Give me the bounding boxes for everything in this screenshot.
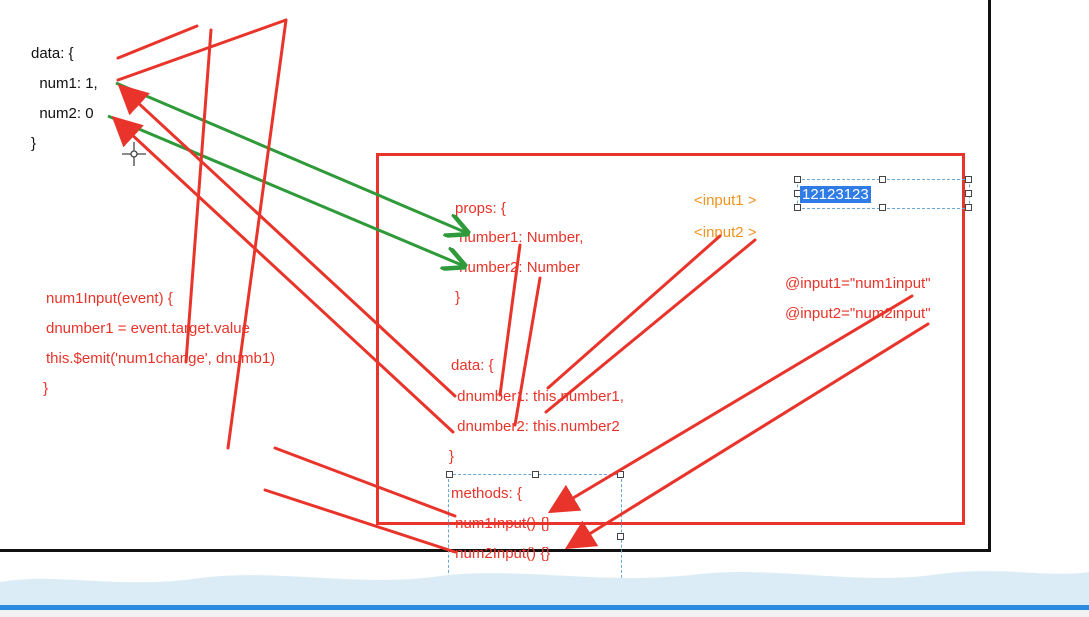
green-arrow-num1 — [115, 81, 467, 233]
scribble-stroke — [544, 238, 757, 414]
scribble-stroke — [116, 24, 199, 60]
red-arrow-input1 — [547, 294, 914, 514]
whiteboard-canvas: data: { num1: 1, num2: 0 } num1Input(eve… — [0, 0, 1089, 617]
scribble-stroke — [116, 18, 288, 82]
bottom-wave-band — [0, 571, 1089, 617]
green-arrows — [107, 81, 467, 266]
scribble-stroke — [273, 446, 457, 518]
scribble-stroke — [226, 18, 288, 450]
scribble-stroke — [498, 243, 522, 397]
scribble-stroke — [263, 488, 457, 554]
red-arrow-input2 — [564, 322, 930, 550]
red-strokes — [116, 18, 757, 554]
red-arrow-dnumber2 — [111, 115, 455, 434]
annotation-layer — [107, 18, 930, 554]
scribble-stroke — [513, 276, 542, 427]
scribble-stroke — [546, 234, 722, 390]
green-arrow-num2 — [107, 114, 464, 266]
red-arrows — [111, 83, 930, 550]
